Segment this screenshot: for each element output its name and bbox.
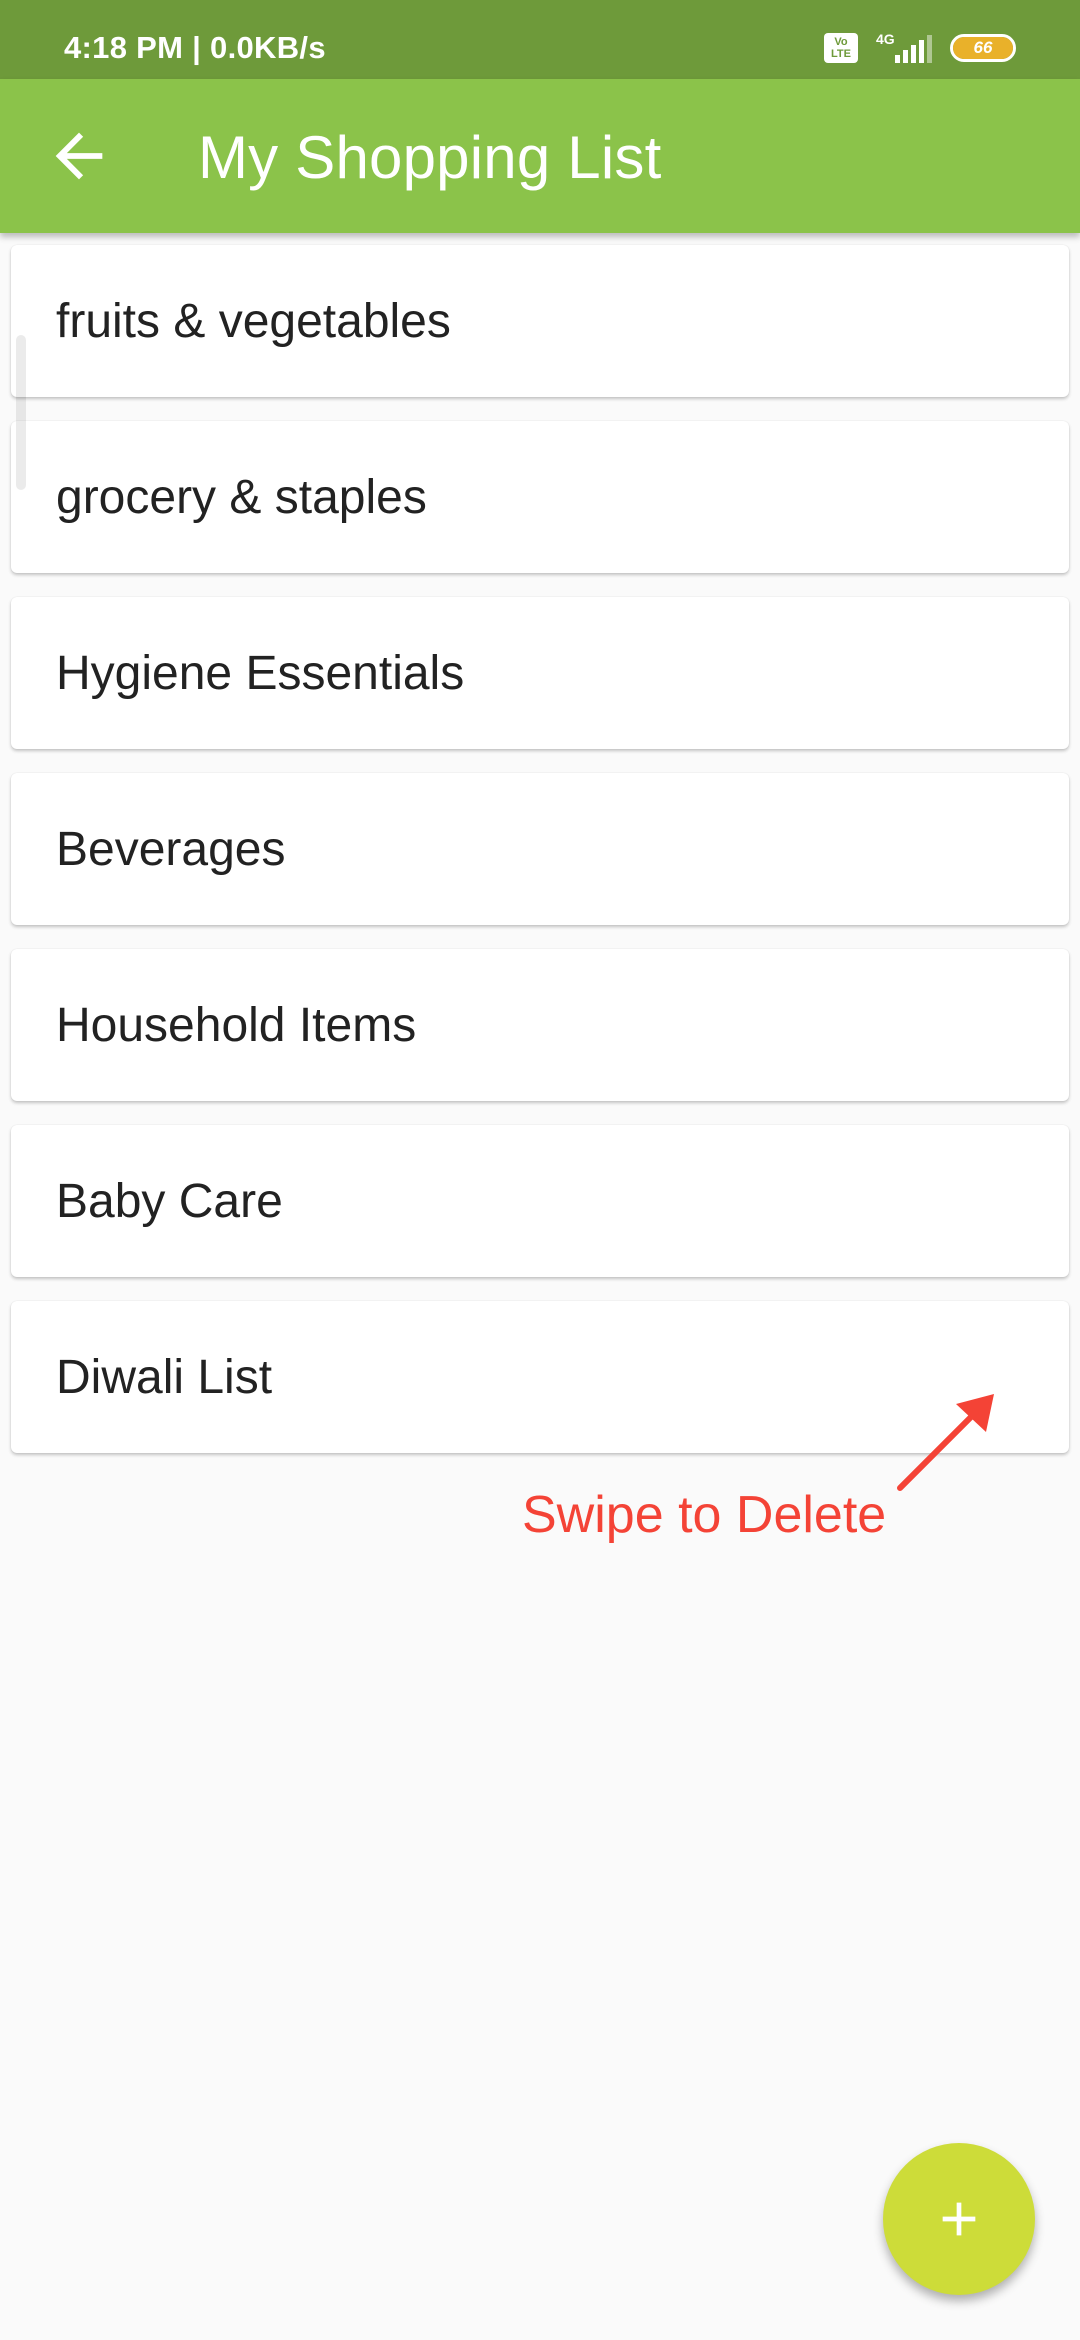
arrow-left-icon — [55, 132, 103, 180]
app-bar: My Shopping List — [0, 79, 1080, 233]
battery-icon: 66 — [950, 34, 1016, 62]
battery-level: 66 — [973, 38, 993, 57]
scroll-indicator[interactable] — [16, 335, 26, 490]
list-item[interactable]: Beverages — [11, 773, 1069, 925]
list-item-label: Diwali List — [56, 1350, 273, 1404]
arrow-up-right-icon — [897, 1394, 994, 1491]
list-item-label: Baby Care — [56, 1174, 283, 1228]
volte-icon: Vo LTE — [824, 33, 858, 63]
list-item-label: Household Items — [56, 998, 417, 1052]
plus-icon — [942, 2202, 976, 2236]
list-item[interactable]: Household Items — [11, 949, 1069, 1101]
list-item[interactable]: Baby Care — [11, 1125, 1069, 1277]
list-item-label: Hygiene Essentials — [56, 646, 465, 700]
back-button[interactable] — [44, 121, 114, 191]
status-bar: 4:18 PM | 0.0KB/s Vo LTE 4G 66 — [0, 0, 1080, 79]
list-item[interactable]: fruits & vegetables — [11, 245, 1069, 397]
list-item[interactable]: grocery & staples — [11, 421, 1069, 573]
add-list-button[interactable] — [883, 2143, 1035, 2295]
page-title: My Shopping List — [198, 124, 662, 191]
signal-icon: 4G — [876, 31, 932, 65]
swipe-to-delete-hint: Swipe to Delete — [522, 1486, 887, 1544]
list-item-label: fruits & vegetables — [56, 294, 451, 348]
network-type: 4G — [876, 31, 895, 47]
volte-label-bottom: LTE — [831, 48, 851, 60]
volte-label-top: Vo — [834, 36, 848, 48]
shopping-list: fruits & vegetables grocery & staples Hy… — [11, 245, 1069, 1477]
status-icons: Vo LTE 4G 66 — [824, 28, 1016, 68]
list-item-label: grocery & staples — [56, 470, 427, 524]
status-time: 4:18 PM | 0.0KB/s — [64, 30, 326, 65]
list-item-label: Beverages — [56, 822, 286, 876]
list-item[interactable]: Hygiene Essentials — [11, 597, 1069, 749]
